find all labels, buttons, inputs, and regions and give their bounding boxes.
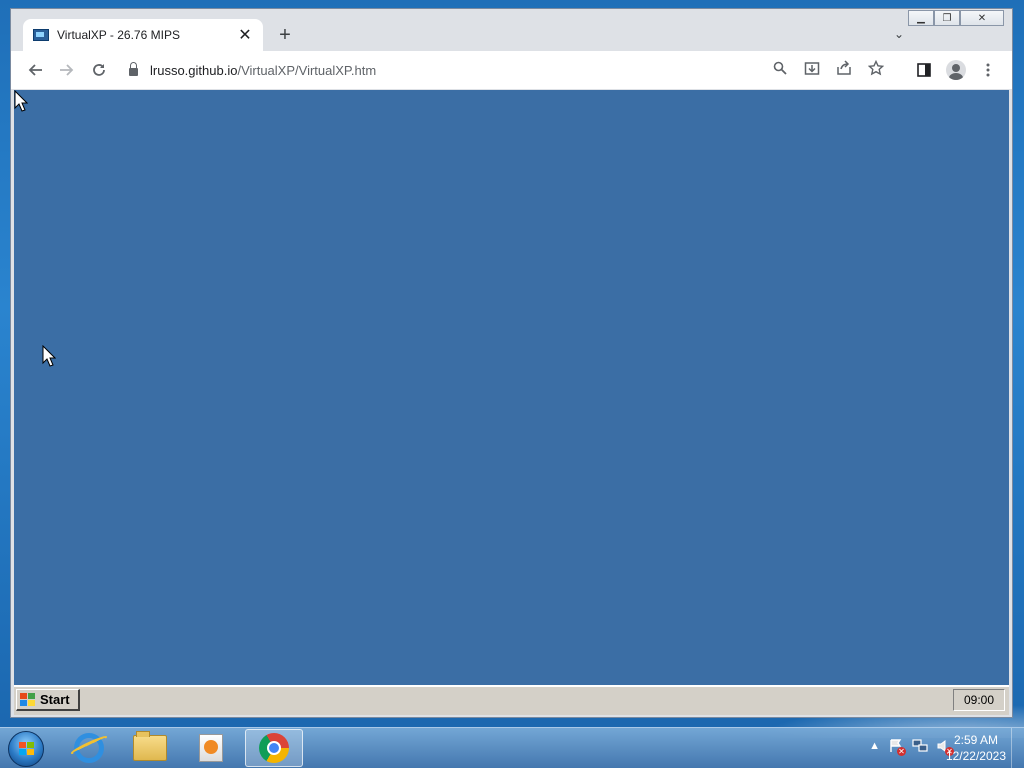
url-host: lrusso.github.io <box>150 62 238 78</box>
folder-icon <box>133 731 167 761</box>
back-button[interactable] <box>19 54 51 86</box>
chrome-window: ▁ ❐ ✕ VirtualXP - 26.76 MIPS ✕ + ⌄ lruss… <box>10 8 1013 718</box>
xp-clock[interactable]: 09:00 <box>953 689 1005 711</box>
xp-taskbar: Start 09:00 <box>14 685 1009 715</box>
install-icon[interactable] <box>796 60 828 80</box>
bookmark-star-icon[interactable] <box>860 59 892 80</box>
forward-icon <box>60 64 74 76</box>
profile-icon <box>946 60 966 80</box>
clock-time: 2:59 AM <box>953 733 998 747</box>
url-path: /VirtualXP/VirtualXP.htm <box>237 62 377 78</box>
taskbar-google-chrome[interactable] <box>245 729 303 767</box>
virtualxp-screen[interactable]: Start 09:00 <box>14 90 1009 715</box>
share-icon[interactable] <box>828 60 860 80</box>
windows-logo-icon <box>20 692 36 707</box>
tab-close-button[interactable]: ✕ <box>237 25 253 45</box>
windows-logo-icon <box>19 742 35 756</box>
tab-title: VirtualXP - 26.76 MIPS <box>57 28 180 42</box>
windows-start-orb[interactable] <box>8 731 44 767</box>
internet-explorer-icon <box>74 733 104 763</box>
reload-icon <box>93 64 105 76</box>
zoom-icon[interactable] <box>764 61 796 79</box>
clock-date: 12/22/2023 <box>945 749 1006 763</box>
tab-search-chevron-icon[interactable]: ⌄ <box>894 27 904 41</box>
forward-button[interactable] <box>51 54 83 86</box>
tab-virtualxp[interactable]: VirtualXP - 26.76 MIPS ✕ <box>23 19 263 51</box>
taskbar-media-player[interactable] <box>182 729 240 767</box>
system-clock[interactable]: 2:59 AM 12/22/2023 <box>946 732 1006 764</box>
tab-strip: VirtualXP - 26.76 MIPS ✕ + ⌄ <box>11 9 1012 51</box>
side-panel-icon <box>917 63 931 77</box>
menu-icon <box>986 63 990 77</box>
side-panel-button[interactable] <box>908 54 940 86</box>
windows-taskbar: ▲ ✕ ✕ 2:59 AM 12/22/2023 <box>0 727 1024 768</box>
url-text[interactable]: lrusso.github.io/VirtualXP/VirtualXP.htm <box>150 63 764 78</box>
address-bar[interactable]: lrusso.github.io/VirtualXP/VirtualXP.htm <box>119 55 902 85</box>
show-desktop-button[interactable] <box>1011 728 1024 768</box>
xp-start-label: Start <box>40 692 70 707</box>
profile-button[interactable] <box>940 54 972 86</box>
browser-toolbar: lrusso.github.io/VirtualXP/VirtualXP.htm <box>11 51 1012 89</box>
menu-button[interactable] <box>972 54 1004 86</box>
network-icon[interactable] <box>912 738 928 754</box>
system-tray: ▲ ✕ ✕ <box>869 738 954 756</box>
action-center-icon[interactable]: ✕ <box>888 738 906 756</box>
media-player-icon <box>199 734 223 762</box>
lock-icon[interactable] <box>129 62 138 76</box>
chrome-icon <box>259 733 289 763</box>
taskbar-internet-explorer[interactable] <box>60 729 118 767</box>
new-tab-button[interactable]: + <box>273 25 297 45</box>
show-hidden-icons-icon[interactable]: ▲ <box>869 740 880 752</box>
virtualxp-favicon-icon <box>33 29 49 41</box>
xp-start-button[interactable]: Start <box>16 689 80 711</box>
reload-button[interactable] <box>83 54 115 86</box>
taskbar-windows-explorer[interactable] <box>121 729 179 767</box>
back-icon <box>28 64 42 76</box>
